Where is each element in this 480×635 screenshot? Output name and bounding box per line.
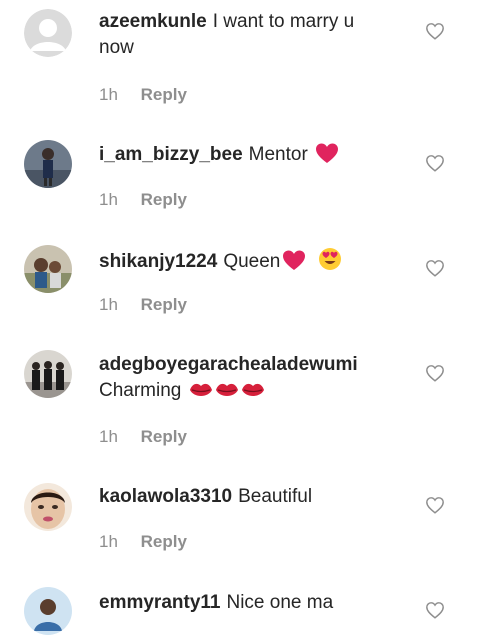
comment-time: 1h bbox=[99, 427, 118, 446]
avatar[interactable] bbox=[24, 140, 72, 188]
reply-button[interactable]: Reply bbox=[141, 190, 187, 209]
avatar[interactable] bbox=[24, 483, 72, 531]
comment-body: Queen bbox=[223, 251, 281, 272]
reply-button[interactable]: Reply bbox=[141, 427, 187, 446]
comment-time: 1h bbox=[99, 190, 118, 209]
avatar[interactable] bbox=[24, 245, 72, 293]
comment-username[interactable]: shikanjy1224 bbox=[99, 251, 217, 272]
comment-time: 1h bbox=[99, 85, 118, 104]
avatar[interactable] bbox=[24, 587, 72, 635]
comment-body-line2: now bbox=[99, 37, 134, 58]
comment-body: Mentor bbox=[248, 144, 308, 165]
heart-eyes-emoji bbox=[318, 247, 342, 279]
kiss-lips-emoji bbox=[189, 380, 213, 408]
comment-text: azeemkunle I want to marry u now bbox=[99, 9, 399, 61]
reply-button[interactable]: Reply bbox=[141, 532, 187, 551]
comment-body: Charming bbox=[99, 380, 182, 401]
comment-meta: 1h Reply bbox=[99, 427, 187, 447]
heart-outline-icon[interactable] bbox=[425, 496, 445, 514]
reply-button[interactable]: Reply bbox=[141, 85, 187, 104]
avatar[interactable] bbox=[24, 350, 72, 398]
kiss-lips-emoji bbox=[241, 380, 265, 408]
comment-body: Nice one ma bbox=[226, 592, 334, 613]
avatar[interactable] bbox=[24, 9, 72, 57]
heart-outline-icon[interactable] bbox=[425, 259, 445, 277]
comment-text: adegboyegarachealadewumi Charming bbox=[99, 352, 399, 408]
heart-outline-icon[interactable] bbox=[425, 154, 445, 172]
red-heart-emoji bbox=[315, 142, 339, 172]
comment-meta: 1h Reply bbox=[99, 532, 187, 552]
comment-username[interactable]: azeemkunle bbox=[99, 11, 207, 32]
comment-meta: 1h Reply bbox=[99, 190, 187, 210]
comment-username[interactable]: i_am_bizzy_bee bbox=[99, 144, 243, 165]
comment-body: I want to marry u bbox=[212, 11, 355, 32]
kiss-lips-emoji bbox=[215, 380, 239, 408]
heart-outline-icon[interactable] bbox=[425, 601, 445, 619]
reply-button[interactable]: Reply bbox=[141, 295, 187, 314]
comment-meta: 1h Reply bbox=[99, 85, 187, 105]
comment-text: shikanjy1224 Queen bbox=[99, 247, 399, 279]
comment-time: 1h bbox=[99, 532, 118, 551]
comment-body: Beautiful bbox=[238, 486, 313, 507]
heart-outline-icon[interactable] bbox=[425, 22, 445, 40]
comment-username[interactable]: adegboyegarachealadewumi bbox=[99, 354, 358, 375]
comment-text: i_am_bizzy_bee Mentor bbox=[99, 142, 399, 172]
comment-username[interactable]: kaolawola3310 bbox=[99, 486, 232, 507]
heart-outline-icon[interactable] bbox=[425, 364, 445, 382]
red-heart-emoji bbox=[282, 249, 306, 279]
comment-text: emmyranty11 Nice one ma bbox=[99, 590, 399, 616]
comment-username[interactable]: emmyranty11 bbox=[99, 592, 220, 613]
comment-text: kaolawola3310 Beautiful bbox=[99, 484, 399, 510]
comment-meta: 1h Reply bbox=[99, 295, 187, 315]
comment-time: 1h bbox=[99, 295, 118, 314]
